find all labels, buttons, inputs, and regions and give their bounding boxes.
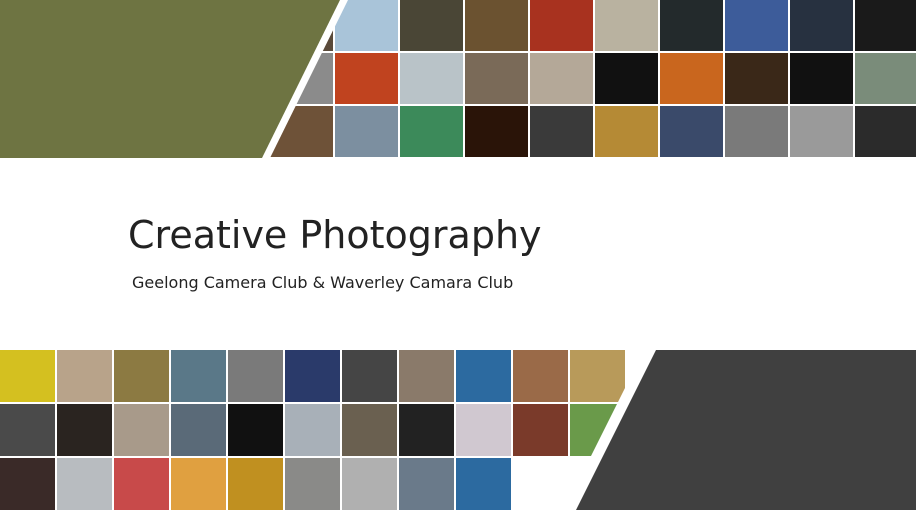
- bottom-photo-thumbnail: [399, 350, 454, 402]
- bottom-photo-thumbnail: [456, 458, 511, 510]
- top-photo-thumbnail: [660, 106, 723, 157]
- bottom-photo-thumbnail: [342, 404, 397, 456]
- slide-subtitle: Geelong Camera Club & Waverley Camara Cl…: [132, 273, 514, 292]
- bottom-photo-thumbnail: [228, 350, 283, 402]
- top-photo-thumbnail: [400, 106, 463, 157]
- bottom-photo-thumbnail: [399, 458, 454, 510]
- bottom-photo-thumbnail: [228, 458, 283, 510]
- top-photo-thumbnail: [855, 106, 916, 157]
- top-photo-thumbnail: [400, 53, 463, 104]
- bottom-photo-thumbnail: [513, 350, 568, 402]
- top-photo-thumbnail: [855, 0, 916, 51]
- top-photo-thumbnail: [725, 106, 788, 157]
- top-photo-thumbnail: [335, 53, 398, 104]
- top-photo-thumbnail: [595, 0, 658, 51]
- top-photo-thumbnail: [595, 106, 658, 157]
- bottom-photo-thumbnail: [513, 458, 568, 510]
- bottom-photo-thumbnail: [114, 458, 169, 510]
- top-photo-thumbnail: [400, 0, 463, 51]
- top-photo-thumbnail: [725, 0, 788, 51]
- bottom-photo-thumbnail: [114, 350, 169, 402]
- title-slide: Creative Photography Geelong Camera Club…: [0, 0, 916, 510]
- bottom-photo-thumbnail: [456, 404, 511, 456]
- bottom-photo-thumbnail: [285, 458, 340, 510]
- bottom-photo-thumbnail: [0, 458, 55, 510]
- top-photo-collage: [270, 0, 916, 157]
- bottom-photo-thumbnail: [0, 350, 55, 402]
- bottom-photo-thumbnail: [114, 404, 169, 456]
- top-photo-thumbnail: [465, 106, 528, 157]
- bottom-photo-thumbnail: [57, 458, 112, 510]
- bottom-photo-thumbnail: [171, 404, 226, 456]
- top-photo-thumbnail: [530, 106, 593, 157]
- dark-gray-diagonal-shape: [576, 350, 916, 510]
- bottom-photo-thumbnail: [228, 404, 283, 456]
- top-banner: [0, 0, 916, 158]
- top-photo-thumbnail: [335, 106, 398, 157]
- top-photo-thumbnail: [725, 53, 788, 104]
- bottom-photo-thumbnail: [171, 350, 226, 402]
- bottom-photo-thumbnail: [456, 350, 511, 402]
- bottom-photo-thumbnail: [513, 404, 568, 456]
- top-photo-thumbnail: [790, 106, 853, 157]
- bottom-photo-thumbnail: [171, 458, 226, 510]
- top-photo-thumbnail: [660, 53, 723, 104]
- top-photo-thumbnail: [530, 0, 593, 51]
- bottom-banner: [0, 350, 916, 510]
- top-photo-thumbnail: [595, 53, 658, 104]
- top-photo-thumbnail: [530, 53, 593, 104]
- bottom-photo-thumbnail: [399, 404, 454, 456]
- top-photo-thumbnail: [335, 0, 398, 51]
- bottom-photo-thumbnail: [57, 404, 112, 456]
- top-photo-thumbnail: [465, 0, 528, 51]
- bottom-photo-thumbnail: [57, 350, 112, 402]
- bottom-photo-thumbnail: [570, 350, 625, 402]
- bottom-photo-thumbnail: [285, 350, 340, 402]
- top-photo-thumbnail: [660, 0, 723, 51]
- bottom-photo-thumbnail: [342, 458, 397, 510]
- top-photo-thumbnail: [465, 53, 528, 104]
- top-photo-thumbnail: [790, 0, 853, 51]
- bottom-photo-thumbnail: [342, 350, 397, 402]
- bottom-photo-thumbnail: [0, 404, 55, 456]
- top-photo-thumbnail: [855, 53, 916, 104]
- bottom-photo-collage: [0, 350, 625, 510]
- slide-title: Creative Photography: [128, 213, 542, 257]
- bottom-photo-thumbnail: [285, 404, 340, 456]
- top-photo-thumbnail: [790, 53, 853, 104]
